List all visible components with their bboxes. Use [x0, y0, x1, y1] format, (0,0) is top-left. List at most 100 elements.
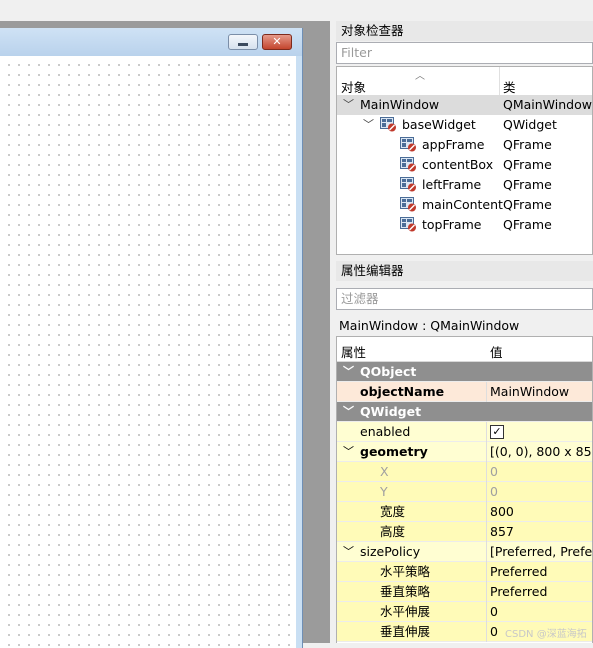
- tree-item-class: QFrame: [503, 197, 552, 212]
- object-tree[interactable]: ︿ 对象 类 ﹀ MainWindow QMainWindow ﹀ baseWi…: [336, 66, 593, 255]
- property-row-x[interactable]: X 0: [337, 462, 592, 482]
- property-value[interactable]: Preferred: [490, 582, 592, 602]
- column-divider: [486, 382, 487, 402]
- column-header-class[interactable]: 类: [503, 77, 516, 96]
- category-row-qwidget[interactable]: ﹀ QWidget: [337, 402, 592, 422]
- tree-item-class: QFrame: [503, 217, 552, 232]
- property-filter-input[interactable]: [341, 289, 581, 308]
- column-divider: [486, 482, 487, 502]
- property-row-sizepolicy[interactable]: ﹀ sizePolicy [Preferred, Preferred, 0, 0…: [337, 542, 592, 562]
- property-row-horizontal-policy[interactable]: 水平策略 Preferred: [337, 562, 592, 582]
- column-divider: [486, 502, 487, 522]
- sort-caret-icon[interactable]: ︿: [415, 67, 425, 82]
- property-editor-title: 属性编辑器: [336, 261, 593, 281]
- enabled-checkbox[interactable]: ✓: [490, 425, 504, 439]
- property-row-horizontal-stretch[interactable]: 水平伸展 0: [337, 602, 592, 622]
- tree-item-class: QFrame: [503, 177, 552, 192]
- property-name: Y: [380, 484, 388, 499]
- property-name: sizePolicy: [360, 544, 421, 559]
- form-grid-area[interactable]: [0, 56, 302, 648]
- property-name: objectName: [360, 384, 445, 399]
- property-value[interactable]: [Preferred, Preferred, 0, 0]: [490, 542, 592, 562]
- tree-row-maincontent[interactable]: mainContent QFrame: [337, 195, 592, 215]
- form-editor-canvas: ✕: [0, 21, 330, 648]
- top-toolbar-strip: [0, 0, 593, 21]
- layout-widget-icon: [380, 117, 396, 132]
- layout-widget-icon: [400, 217, 416, 232]
- property-table-header: 属性 值: [337, 337, 592, 362]
- property-value[interactable]: 857: [490, 522, 592, 542]
- category-row-qobject[interactable]: ﹀ QObject: [337, 362, 592, 382]
- category-name: QWidget: [360, 404, 422, 419]
- property-name: 水平伸展: [380, 604, 431, 619]
- property-row-y[interactable]: Y 0: [337, 482, 592, 502]
- property-value[interactable]: Preferred: [490, 562, 592, 582]
- watermark-text: CSDN @深蓝海拓: [505, 629, 587, 640]
- column-header-property[interactable]: 属性: [341, 342, 366, 361]
- object-inspector-title: 对象检查器: [336, 21, 593, 41]
- tree-item-name: MainWindow: [360, 97, 440, 112]
- tree-item-name: appFrame: [422, 137, 485, 152]
- tree-item-class: QFrame: [503, 137, 552, 152]
- property-value[interactable]: 800: [490, 502, 592, 522]
- tree-row-basewidget[interactable]: ﹀ baseWidget QWidget: [337, 115, 592, 135]
- tree-row-contentbox[interactable]: contentBox QFrame: [337, 155, 592, 175]
- property-filter-field[interactable]: [336, 288, 593, 310]
- tree-item-name: topFrame: [422, 217, 482, 232]
- property-row-geometry[interactable]: ﹀ geometry [(0, 0), 800 x 857]: [337, 442, 592, 462]
- column-header-value[interactable]: 值: [490, 342, 503, 361]
- tree-row-mainwindow[interactable]: ﹀ MainWindow QMainWindow: [337, 95, 592, 115]
- chevron-down-icon[interactable]: ﹀: [343, 362, 354, 382]
- tree-item-name: leftFrame: [422, 177, 482, 192]
- property-value[interactable]: 0: [490, 602, 592, 622]
- property-name: 水平策略: [380, 564, 431, 579]
- minimize-button[interactable]: [228, 34, 258, 50]
- object-filter-input[interactable]: [341, 43, 581, 62]
- category-name: QObject: [360, 364, 417, 379]
- column-divider: [486, 602, 487, 622]
- layout-widget-icon: [400, 157, 416, 172]
- property-value[interactable]: [(0, 0), 800 x 857]: [490, 442, 592, 462]
- column-divider: [486, 462, 487, 482]
- tree-item-name: baseWidget: [402, 117, 476, 132]
- property-name: enabled: [360, 424, 411, 439]
- property-value[interactable]: 0: [490, 482, 592, 502]
- chevron-down-icon[interactable]: ﹀: [343, 95, 354, 115]
- layout-widget-icon: [400, 137, 416, 152]
- chevron-down-icon[interactable]: ﹀: [363, 115, 374, 135]
- column-divider[interactable]: [499, 67, 500, 95]
- property-row-vertical-policy[interactable]: 垂直策略 Preferred: [337, 582, 592, 602]
- close-button[interactable]: ✕: [262, 34, 292, 50]
- column-header-object[interactable]: 对象: [341, 77, 366, 96]
- property-name: 宽度: [380, 504, 406, 519]
- property-row-height[interactable]: 高度 857: [337, 522, 592, 542]
- property-object-label: MainWindow : QMainWindow: [336, 316, 593, 336]
- tree-row-topframe[interactable]: topFrame QFrame: [337, 215, 592, 235]
- property-row-objectname[interactable]: objectName MainWindow: [337, 382, 592, 402]
- tree-row-leftframe[interactable]: leftFrame QFrame: [337, 175, 592, 195]
- property-value[interactable]: 0: [490, 462, 592, 482]
- chevron-down-icon[interactable]: ﹀: [343, 442, 354, 462]
- column-divider: [486, 442, 487, 462]
- chevron-down-icon[interactable]: ﹀: [343, 542, 354, 562]
- chevron-down-icon[interactable]: ﹀: [343, 402, 354, 422]
- form-window-preview[interactable]: ✕: [0, 28, 303, 648]
- property-name: 垂直策略: [380, 584, 431, 599]
- column-divider: [486, 542, 487, 562]
- column-divider: [486, 522, 487, 542]
- property-name: X: [380, 464, 389, 479]
- property-row-width[interactable]: 宽度 800: [337, 502, 592, 522]
- layout-widget-icon: [400, 177, 416, 192]
- layout-widget-icon: [400, 197, 416, 212]
- object-filter-field[interactable]: [336, 42, 593, 64]
- property-table[interactable]: 属性 值 ﹀ QObject objectName MainWindow ﹀ Q…: [336, 336, 593, 643]
- tree-item-name: mainContent: [422, 197, 503, 212]
- tree-row-appframe[interactable]: appFrame QFrame: [337, 135, 592, 155]
- tree-item-class: QWidget: [503, 117, 557, 132]
- property-row-enabled[interactable]: enabled ✓: [337, 422, 592, 442]
- column-divider: [486, 422, 487, 442]
- tree-item-class: QMainWindow: [503, 97, 592, 112]
- property-name: geometry: [360, 444, 428, 459]
- property-value[interactable]: MainWindow: [490, 382, 592, 402]
- object-tree-header: ︿ 对象 类: [337, 67, 592, 96]
